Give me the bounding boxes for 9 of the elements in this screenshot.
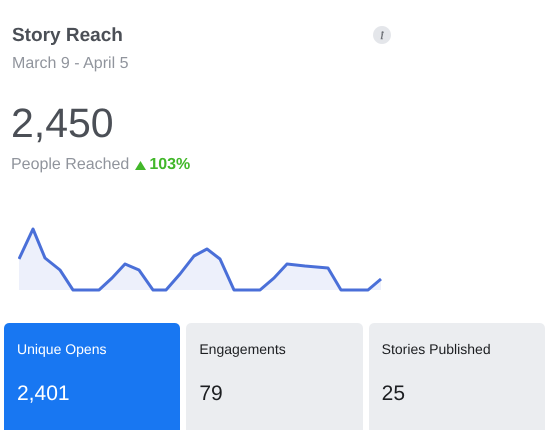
date-range: March 9 - April 5 [12,54,128,74]
info-icon[interactable] [372,25,392,45]
metric-tab[interactable]: Engagements 79 [186,323,363,430]
change-percent: 103% [149,156,190,174]
card-title: Story Reach [12,24,124,48]
total-label: People Reached [11,156,130,174]
total-count: 2,450 [11,99,115,147]
metric-tab[interactable]: Unique Opens 2,401 [4,323,180,430]
metric-tab[interactable]: Stories Published 25 [368,323,545,430]
